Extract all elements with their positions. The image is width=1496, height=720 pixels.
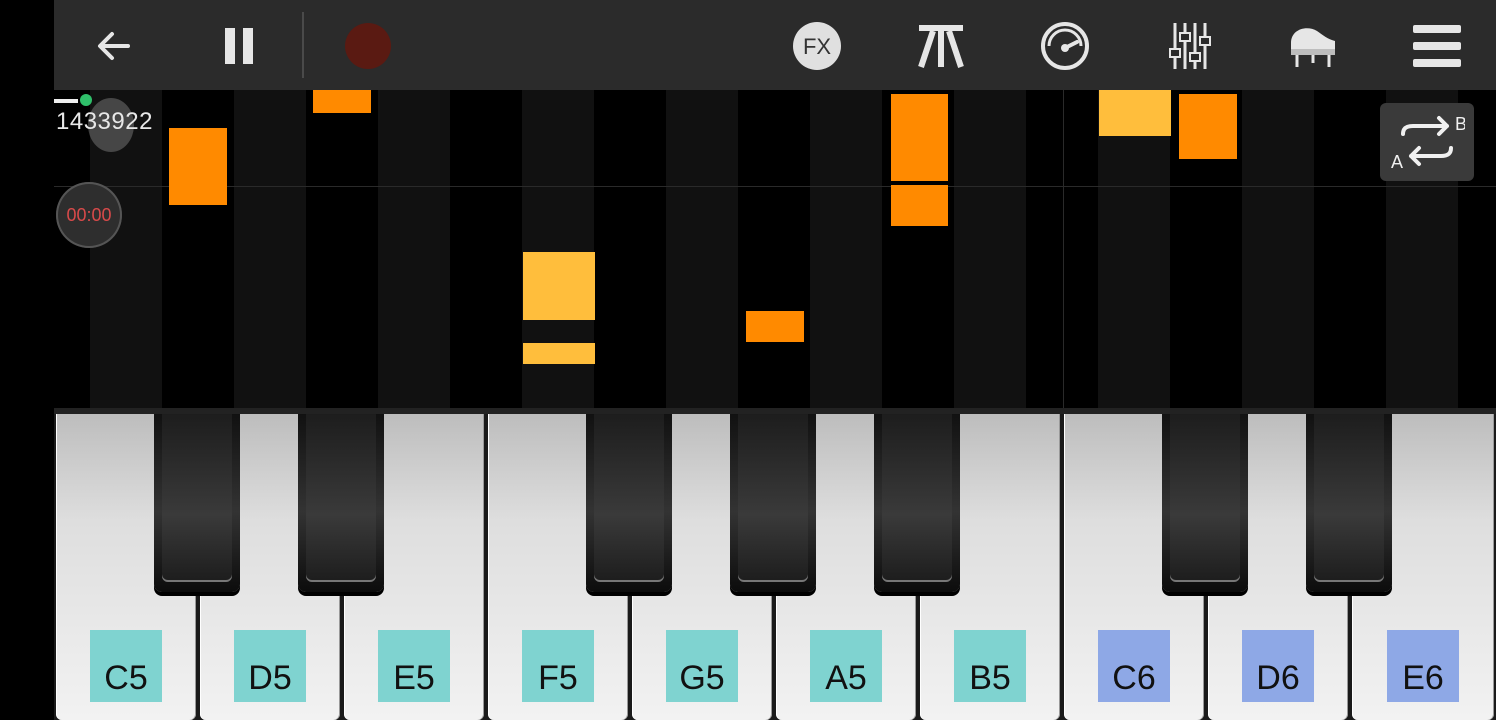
toolbar-divider: [302, 12, 304, 78]
black-key-d-sharp-6[interactable]: [1306, 414, 1392, 592]
key-label: E6: [1387, 630, 1459, 702]
falling-note: [313, 90, 371, 113]
grand-piano-icon: [1291, 28, 1335, 67]
menu-icon: [1413, 25, 1461, 67]
note-roll: [54, 90, 1496, 408]
falling-note: [891, 94, 948, 181]
lane: [954, 90, 1026, 408]
metronome-icon: [918, 25, 964, 68]
key-label: G5: [666, 630, 738, 702]
recording-timer[interactable]: 00:00: [56, 182, 122, 248]
black-key-surface: [738, 414, 808, 582]
metronome-button[interactable]: [913, 18, 969, 74]
falling-note: [746, 311, 804, 342]
key-label: D5: [234, 630, 306, 702]
black-key-surface: [594, 414, 664, 582]
instrument-button[interactable]: [1285, 18, 1341, 74]
black-key-c-sharp-6[interactable]: [1162, 414, 1248, 592]
beat-line: [54, 186, 1496, 187]
falling-note: [1099, 90, 1171, 136]
svg-text:B: B: [1455, 114, 1465, 134]
ab-loop-button[interactable]: B A: [1380, 103, 1474, 181]
fx-button[interactable]: FX: [789, 18, 845, 74]
octave-line: [1063, 90, 1064, 408]
key-label: D6: [1242, 630, 1314, 702]
black-key-a-sharp-5[interactable]: [874, 414, 960, 592]
key-label: F5: [522, 630, 594, 702]
tempo-button[interactable]: [1037, 18, 1093, 74]
record-icon: [345, 23, 391, 69]
falling-note: [891, 185, 948, 226]
black-key-d-sharp-5[interactable]: [298, 414, 384, 592]
black-key-f-sharp-5[interactable]: [586, 414, 672, 592]
mixer-sliders-icon: [1169, 23, 1211, 69]
online-status-dot: [80, 94, 92, 106]
toolbar: FX: [54, 0, 1496, 90]
black-key-surface: [1314, 414, 1384, 582]
piano-keyboard: C5 D5 E5 F5 G5 A5 B5 C6 D6 E6: [54, 408, 1496, 720]
ab-repeat-icon: B A: [1391, 114, 1465, 172]
user-id: 1433922: [56, 108, 153, 135]
falling-note: [523, 343, 595, 364]
record-button[interactable]: [340, 18, 396, 74]
key-label: A5: [810, 630, 882, 702]
black-key-surface: [162, 414, 232, 582]
svg-text:A: A: [1391, 152, 1403, 172]
black-key-c-sharp-5[interactable]: [154, 414, 240, 592]
pause-button[interactable]: [211, 18, 267, 74]
black-key-g-sharp-5[interactable]: [730, 414, 816, 592]
key-label: B5: [954, 630, 1026, 702]
black-key-surface: [306, 414, 376, 582]
black-key-surface: [882, 414, 952, 582]
key-label: C5: [90, 630, 162, 702]
menu-button[interactable]: [1409, 18, 1465, 74]
lane: [1242, 90, 1314, 408]
key-label: C6: [1098, 630, 1170, 702]
black-key-surface: [1170, 414, 1240, 582]
lane: [378, 90, 450, 408]
back-arrow-icon: [98, 32, 130, 60]
tempo-gauge-icon: [1041, 22, 1089, 70]
falling-note: [169, 128, 227, 205]
lane: [1098, 90, 1170, 408]
piano-app: FX 1433922 00:00 B A C5 D5 E5 F5 G5 A5 B…: [0, 0, 1496, 720]
mixer-button[interactable]: [1161, 18, 1217, 74]
falling-note: [523, 252, 595, 320]
key-label: E5: [378, 630, 450, 702]
lane: [810, 90, 882, 408]
lane: [234, 90, 306, 408]
fx-icon: FX: [793, 22, 841, 70]
lane: [666, 90, 738, 408]
svg-text:FX: FX: [803, 34, 831, 59]
falling-note: [1179, 94, 1237, 159]
back-button[interactable]: [86, 18, 142, 74]
pause-icon: [225, 28, 253, 64]
